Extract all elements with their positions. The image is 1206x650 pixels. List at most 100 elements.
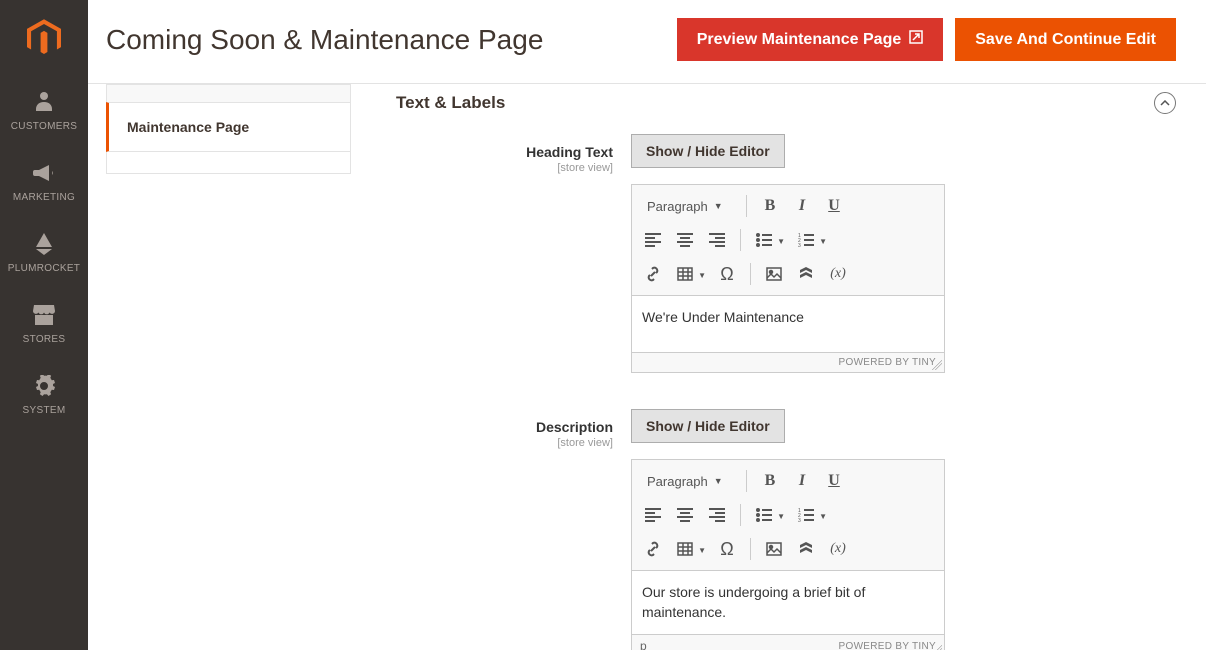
nav-plumrocket[interactable]: PLUMROCKET bbox=[0, 217, 88, 288]
toggle-editor-button[interactable]: Show / Hide Editor bbox=[631, 134, 785, 168]
save-button-label: Save And Continue Edit bbox=[975, 31, 1156, 49]
editor-content[interactable]: Our store is undergoing a brief bit of m… bbox=[632, 571, 944, 634]
nav-label: SYSTEM bbox=[23, 405, 66, 416]
separator bbox=[740, 504, 741, 526]
chevron-down-icon: ▼ bbox=[698, 271, 706, 280]
underline-button[interactable]: U bbox=[819, 466, 849, 496]
bold-button[interactable]: B bbox=[755, 466, 785, 496]
link-button[interactable] bbox=[638, 259, 668, 289]
powered-by: POWERED BY TINY bbox=[839, 357, 936, 368]
tabs-column: Maintenance Page bbox=[106, 84, 351, 650]
field-heading-text: Heading Text [store view] Show / Hide Ed… bbox=[396, 134, 1176, 373]
toggle-editor-button[interactable]: Show / Hide Editor bbox=[631, 409, 785, 443]
preview-button-label: Preview Maintenance Page bbox=[697, 31, 902, 49]
gear-icon bbox=[33, 373, 55, 399]
format-select[interactable]: Paragraph ▼ bbox=[638, 194, 738, 219]
admin-sidebar: CUSTOMERS MARKETING PLUMROCKET STORES SY… bbox=[0, 0, 88, 650]
align-center-button[interactable] bbox=[670, 500, 700, 530]
bullet-list-button[interactable]: ▼ bbox=[749, 225, 779, 255]
section-title: Text & Labels bbox=[396, 93, 505, 113]
variable-button[interactable]: (x) bbox=[823, 534, 853, 564]
format-select-label: Paragraph bbox=[647, 199, 708, 214]
widget-button[interactable] bbox=[791, 259, 821, 289]
editor-toolbar: Paragraph ▼ B I U bbox=[632, 185, 944, 296]
format-select-label: Paragraph bbox=[647, 474, 708, 489]
customers-icon bbox=[35, 89, 53, 115]
chevron-down-icon: ▼ bbox=[714, 201, 723, 211]
wysiwyg-editor-heading: Paragraph ▼ B I U bbox=[631, 184, 945, 373]
separator bbox=[750, 263, 751, 285]
align-left-button[interactable] bbox=[638, 225, 668, 255]
tab-stub[interactable] bbox=[106, 152, 351, 174]
wysiwyg-editor-description: Paragraph ▼ B I U bbox=[631, 459, 945, 650]
italic-button[interactable]: I bbox=[787, 191, 817, 221]
nav-customers[interactable]: CUSTOMERS bbox=[0, 75, 88, 146]
field-description: Description [store view] Show / Hide Edi… bbox=[396, 409, 1176, 650]
field-scope: [store view] bbox=[396, 437, 613, 449]
widget-button[interactable] bbox=[791, 534, 821, 564]
numbered-list-button[interactable]: 123▼ bbox=[791, 500, 821, 530]
chevron-down-icon: ▼ bbox=[819, 237, 827, 246]
editor-toolbar: Paragraph ▼ B I U bbox=[632, 460, 944, 571]
stores-icon bbox=[33, 302, 55, 328]
save-button[interactable]: Save And Continue Edit bbox=[955, 18, 1176, 61]
image-button[interactable] bbox=[759, 534, 789, 564]
editor-content[interactable]: We're Under Maintenance bbox=[632, 296, 944, 352]
nav-label: STORES bbox=[23, 334, 66, 345]
resize-handle[interactable] bbox=[932, 360, 942, 370]
special-char-button[interactable]: Ω bbox=[712, 534, 742, 564]
image-button[interactable] bbox=[759, 259, 789, 289]
align-center-button[interactable] bbox=[670, 225, 700, 255]
separator bbox=[746, 195, 747, 217]
table-button[interactable]: ▼ bbox=[670, 259, 700, 289]
form-column: Text & Labels Heading Text [store view] … bbox=[351, 84, 1176, 650]
collapse-toggle[interactable] bbox=[1154, 92, 1176, 114]
magento-logo[interactable] bbox=[0, 0, 88, 75]
underline-button[interactable]: U bbox=[819, 191, 849, 221]
chevron-down-icon: ▼ bbox=[777, 512, 785, 521]
main-content: Coming Soon & Maintenance Page Preview M… bbox=[88, 0, 1206, 650]
powered-by: POWERED BY TINY bbox=[839, 641, 936, 650]
italic-button[interactable]: I bbox=[787, 466, 817, 496]
page-header: Coming Soon & Maintenance Page Preview M… bbox=[88, 0, 1206, 84]
bold-button[interactable]: B bbox=[755, 191, 785, 221]
nav-marketing[interactable]: MARKETING bbox=[0, 146, 88, 217]
align-right-button[interactable] bbox=[702, 500, 732, 530]
element-path[interactable]: p bbox=[640, 639, 839, 650]
editor-statusbar: p POWERED BY TINY bbox=[632, 634, 944, 650]
svg-text:3: 3 bbox=[798, 518, 801, 522]
field-scope: [store view] bbox=[396, 162, 613, 174]
preview-button[interactable]: Preview Maintenance Page bbox=[677, 18, 944, 61]
nav-label: MARKETING bbox=[13, 192, 75, 203]
chevron-down-icon: ▼ bbox=[819, 512, 827, 521]
chevron-down-icon: ▼ bbox=[777, 237, 785, 246]
nav-stores[interactable]: STORES bbox=[0, 288, 88, 359]
nav-label: PLUMROCKET bbox=[8, 263, 80, 274]
table-button[interactable]: ▼ bbox=[670, 534, 700, 564]
bullet-list-button[interactable]: ▼ bbox=[749, 500, 779, 530]
tab-stub[interactable] bbox=[106, 84, 351, 102]
align-right-button[interactable] bbox=[702, 225, 732, 255]
field-label: Description bbox=[536, 419, 613, 435]
svg-text:3: 3 bbox=[798, 243, 801, 247]
chevron-down-icon: ▼ bbox=[714, 476, 723, 486]
link-button[interactable] bbox=[638, 534, 668, 564]
field-label: Heading Text bbox=[526, 144, 613, 160]
page-title: Coming Soon & Maintenance Page bbox=[106, 24, 543, 56]
plumrocket-icon bbox=[34, 231, 54, 257]
separator bbox=[746, 470, 747, 492]
resize-handle[interactable] bbox=[932, 645, 942, 650]
separator bbox=[750, 538, 751, 560]
megaphone-icon bbox=[33, 160, 55, 186]
numbered-list-button[interactable]: 123▼ bbox=[791, 225, 821, 255]
chevron-down-icon: ▼ bbox=[698, 546, 706, 555]
header-actions: Preview Maintenance Page Save And Contin… bbox=[677, 18, 1176, 61]
nav-label: CUSTOMERS bbox=[11, 121, 77, 132]
format-select[interactable]: Paragraph ▼ bbox=[638, 469, 738, 494]
variable-button[interactable]: (x) bbox=[823, 259, 853, 289]
align-left-button[interactable] bbox=[638, 500, 668, 530]
nav-system[interactable]: SYSTEM bbox=[0, 359, 88, 430]
tab-maintenance-page[interactable]: Maintenance Page bbox=[106, 102, 351, 152]
special-char-button[interactable]: Ω bbox=[712, 259, 742, 289]
section-header: Text & Labels bbox=[396, 84, 1176, 134]
